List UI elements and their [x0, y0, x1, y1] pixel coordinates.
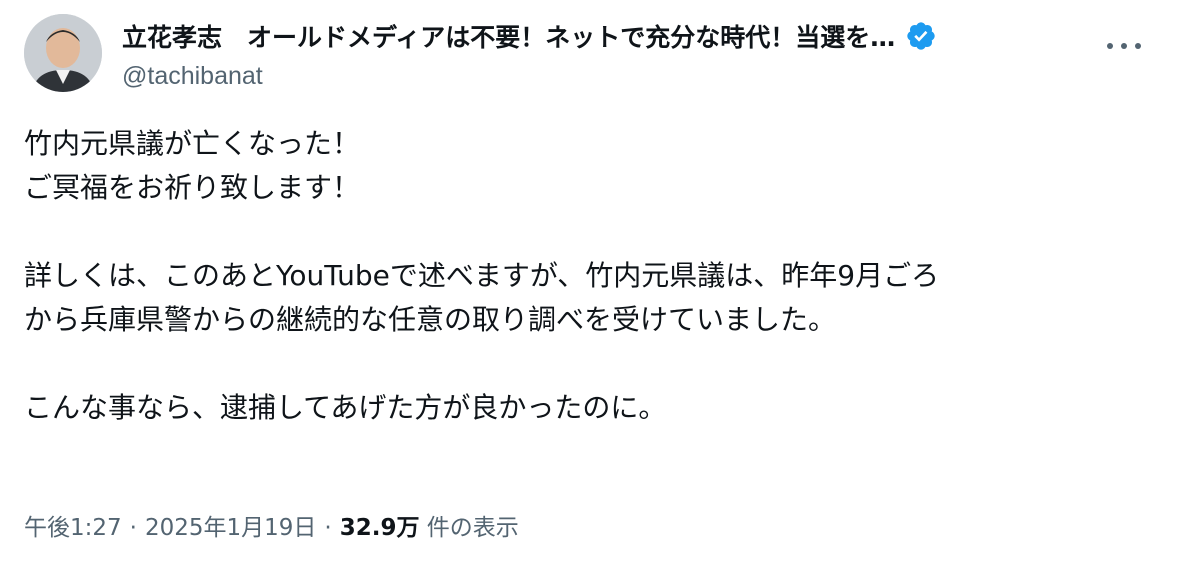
more-horizontal-icon[interactable]: [1104, 36, 1144, 56]
avatar[interactable]: [24, 14, 102, 92]
tweet-metadata: 午後1:27 · 2025年1月19日 · 32.9万 件の表示: [24, 508, 519, 542]
tweet-text: 竹内元県議が亡くなった！ ご冥福をお祈り致します！ 詳しくは、このあとYouTu…: [24, 122, 1164, 430]
author-info: 立花孝志 オールドメディアは不要！ネットで充分な時代！当選を… @tachiba…: [122, 16, 1102, 91]
meta-separator: ·: [324, 515, 332, 541]
views-label: 件の表示: [426, 515, 519, 541]
author-display-name[interactable]: 立花孝志 オールドメディアは不要！ネットで充分な時代！当選を…: [122, 18, 895, 54]
views-count[interactable]: 32.9万: [340, 515, 420, 541]
tweet-line: ご冥福をお祈り致します！: [24, 171, 361, 204]
tweet-line: 竹内元県議が亡くなった！: [24, 127, 361, 160]
author-name-row: 立花孝志 オールドメディアは不要！ネットで充分な時代！当選を…: [122, 16, 1102, 56]
post-time[interactable]: 午後1:27: [24, 515, 122, 541]
verified-badge-icon[interactable]: [905, 20, 937, 52]
author-handle[interactable]: @tachibanat: [122, 62, 1102, 91]
meta-separator: ·: [129, 515, 137, 541]
post-date[interactable]: 2025年1月19日: [145, 515, 316, 541]
tweet-header: 立花孝志 オールドメディアは不要！ネットで充分な時代！当選を… @tachiba…: [24, 14, 1164, 94]
tweet-line: から兵庫県警からの継続的な任意の取り調べを受けていました。: [24, 303, 837, 336]
avatar-photo-icon: [24, 14, 102, 92]
tweet-line: 詳しくは、このあとYouTubeで述べますが、竹内元県議は、昨年9月ごろ: [24, 259, 940, 292]
tweet-card: 立花孝志 オールドメディアは不要！ネットで充分な時代！当選を… @tachiba…: [0, 0, 1186, 565]
tweet-line: こんな事なら、逮捕してあげた方が良かったのに。: [24, 391, 667, 424]
